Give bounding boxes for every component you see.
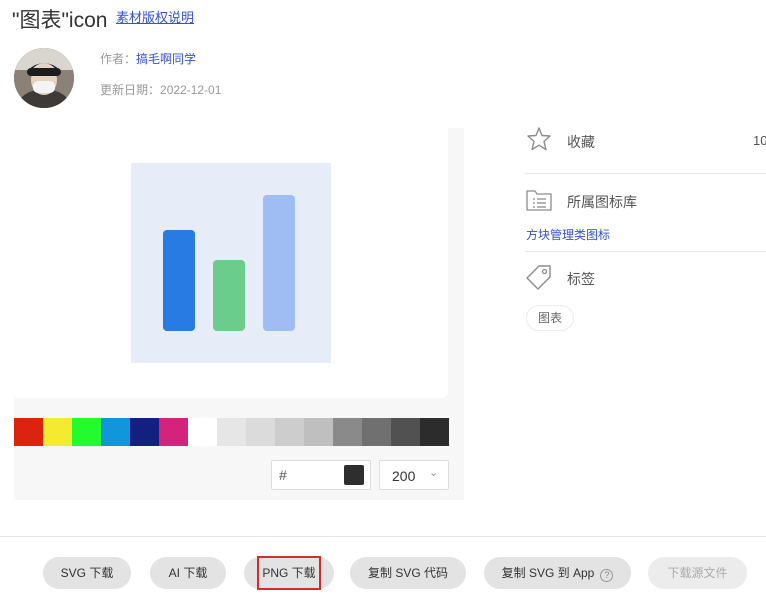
star-icon[interactable]: [525, 125, 553, 153]
color-swatch[interactable]: [130, 418, 159, 446]
svg-download-button[interactable]: SVG 下载: [43, 557, 131, 589]
color-swatch[interactable]: [72, 418, 101, 446]
png-download-highlight: [257, 556, 321, 590]
tag-chip[interactable]: 图表: [526, 305, 574, 331]
page-title: "图表"icon: [12, 9, 108, 32]
color-input[interactable]: #: [271, 460, 371, 490]
update-date-line: 更新日期：2022-12-01: [100, 81, 221, 98]
library-label: 所属图标库: [567, 194, 637, 210]
divider: [525, 173, 766, 174]
favorite-count: 10: [753, 133, 766, 148]
folder-icon: [526, 190, 552, 211]
copy-svg-to-app-button[interactable]: 复制 SVG 到 App?: [484, 557, 631, 589]
divider: [525, 251, 766, 252]
update-date: 2022-12-01: [160, 83, 222, 97]
help-icon[interactable]: ?: [600, 569, 614, 582]
divider: [0, 536, 766, 537]
color-swatch[interactable]: [159, 418, 188, 446]
avatar-image: [14, 48, 74, 108]
copy-svg-to-app-label: 复制 SVG 到 App: [501, 566, 595, 580]
color-palette: [14, 418, 449, 446]
color-swatch[interactable]: [275, 418, 304, 446]
color-swatch[interactable]: [391, 418, 420, 446]
color-input-prefix: #: [279, 467, 287, 483]
tags-label: 标签: [567, 271, 595, 287]
ai-download-button[interactable]: AI 下载: [150, 557, 226, 589]
download-source-button: 下载源文件: [648, 557, 747, 589]
copy-svg-code-button[interactable]: 复制 SVG 代码: [350, 557, 466, 589]
chevron-down-icon: ⌄: [429, 467, 439, 479]
library-link[interactable]: 方块管理类图标: [526, 226, 610, 243]
avatar[interactable]: [14, 48, 74, 108]
color-swatch[interactable]: [420, 418, 449, 446]
author-label: 作者：: [100, 52, 137, 66]
color-swatch[interactable]: [304, 418, 333, 446]
color-swatch[interactable]: [43, 418, 72, 446]
bar-chart-icon: [131, 163, 331, 363]
color-preview-chip[interactable]: [344, 465, 364, 485]
update-date-label: 更新日期：: [100, 83, 161, 97]
license-link[interactable]: 素材版权说明: [116, 7, 194, 26]
favorite-label[interactable]: 收藏: [567, 132, 595, 152]
color-swatch[interactable]: [362, 418, 391, 446]
icon-bar: [213, 260, 245, 331]
size-select[interactable]: 200 ⌄: [379, 460, 449, 490]
author-line: 作者：搞毛啊同学: [100, 50, 196, 67]
icon-bar: [263, 195, 295, 331]
size-value: 200: [392, 468, 416, 484]
color-swatch[interactable]: [246, 418, 275, 446]
color-swatch[interactable]: [188, 418, 217, 446]
color-swatch[interactable]: [101, 418, 130, 446]
color-swatch[interactable]: [333, 418, 362, 446]
author-link[interactable]: 搞毛啊同学: [136, 52, 196, 66]
icon-bar: [163, 230, 195, 331]
tag-icon: [526, 265, 551, 290]
color-swatch[interactable]: [14, 418, 43, 446]
color-swatch[interactable]: [217, 418, 246, 446]
